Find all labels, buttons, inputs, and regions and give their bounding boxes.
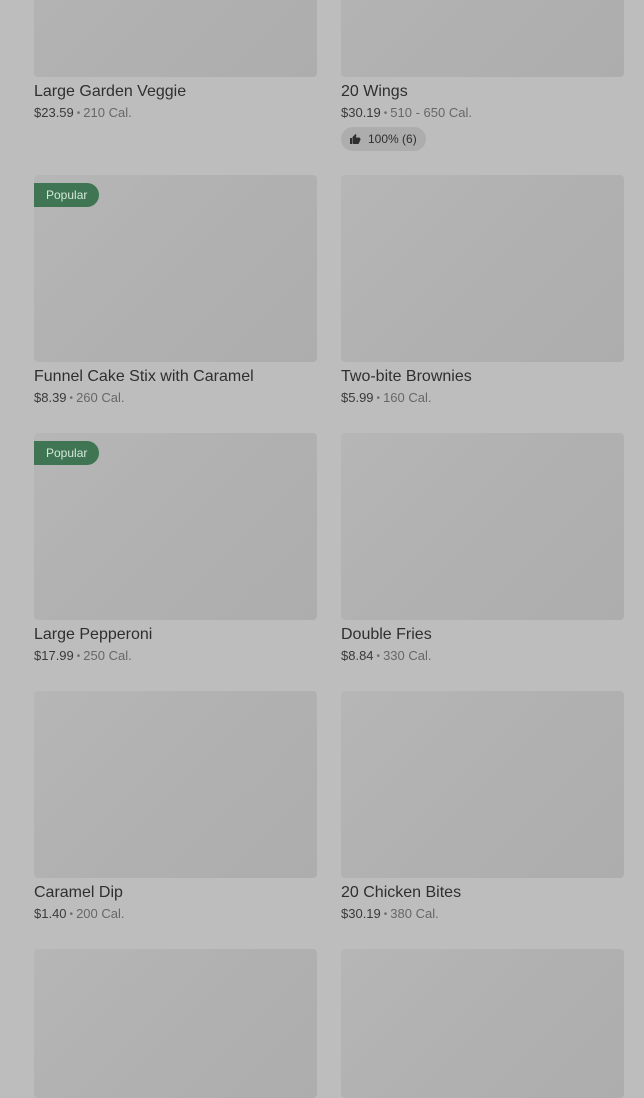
menu-grid: Large Garden Veggie $23.59 • 210 Cal. 20 W… — [0, 0, 644, 1098]
item-price: $30.19 — [341, 906, 381, 921]
rating-badge: 100% (6) — [341, 127, 426, 151]
popular-badge: Popular — [34, 183, 100, 207]
item-meta: $30.19 • 380 Cal. — [341, 906, 624, 923]
item-image[interactable] — [341, 433, 624, 620]
item-image[interactable]: Popular — [34, 175, 317, 362]
item-calories: 250 Cal. — [83, 648, 132, 663]
item-calories: 160 Cal. — [383, 390, 432, 405]
item-price: $8.84 — [341, 648, 374, 663]
item-name: Large Garden Veggie — [34, 83, 187, 100]
item-image[interactable] — [341, 0, 624, 77]
item-price: $1.40 — [34, 906, 67, 921]
item-image[interactable]: Popular — [34, 433, 317, 620]
item-image[interactable] — [341, 949, 624, 1098]
menu-item-card[interactable]: 20 Chicken Bites $30.19 • 380 Cal. — [341, 691, 624, 923]
menu-item-card[interactable]: Double Fries $8.84 • 330 Cal. — [341, 433, 624, 665]
item-calories: 330 Cal. — [383, 648, 432, 663]
item-name: Two-bite Brownies — [341, 368, 472, 385]
separator-dot: • — [376, 651, 381, 662]
item-meta: $8.84 • 330 Cal. — [341, 648, 624, 665]
separator-dot: • — [69, 393, 74, 404]
item-image[interactable] — [34, 949, 317, 1098]
item-meta: $8.39 • 260 Cal. — [34, 390, 317, 407]
item-image[interactable] — [34, 691, 317, 878]
separator-dot: • — [69, 909, 74, 920]
item-name: Double Fries — [341, 626, 432, 643]
item-name: 20 Chicken Bites — [341, 884, 462, 901]
rating-text: 100% (6) — [368, 132, 417, 146]
menu-item-card[interactable]: Popular Large Pepperoni $17.99 • 250 Cal. — [34, 433, 317, 665]
item-calories: 210 Cal. — [83, 105, 132, 120]
menu-item-card[interactable]: 20 Wings $30.19 • 510 - 650 Cal. 100% (6) — [341, 0, 624, 151]
separator-dot: • — [383, 108, 388, 119]
menu-item-card[interactable] — [341, 949, 624, 1098]
thumbs-up-icon — [350, 134, 361, 144]
item-price: $8.39 — [34, 390, 67, 405]
menu-item-card[interactable]: Popular Funnel Cake Stix with Caramel $8… — [34, 175, 317, 407]
item-calories: 510 - 650 Cal. — [390, 105, 472, 120]
item-image[interactable] — [341, 175, 624, 362]
separator-dot: • — [376, 393, 381, 404]
item-price: $5.99 — [341, 390, 374, 405]
menu-item-card[interactable]: Large Garden Veggie $23.59 • 210 Cal. — [34, 0, 317, 122]
item-name: 20 Wings — [341, 83, 408, 100]
item-image[interactable] — [34, 0, 317, 77]
item-meta: $1.40 • 200 Cal. — [34, 906, 317, 923]
popular-badge: Popular — [34, 441, 100, 465]
item-name: Funnel Cake Stix with Caramel — [34, 368, 254, 385]
menu-item-card[interactable]: Caramel Dip $1.40 • 200 Cal. — [34, 691, 317, 923]
item-meta: $5.99 • 160 Cal. — [341, 390, 624, 407]
item-price: $30.19 — [341, 105, 381, 120]
item-name: Caramel Dip — [34, 884, 123, 901]
item-meta: $23.59 • 210 Cal. — [34, 105, 317, 122]
separator-dot: • — [383, 909, 388, 920]
menu-item-card[interactable]: Two-bite Brownies $5.99 • 160 Cal. — [341, 175, 624, 407]
item-price: $17.99 — [34, 648, 74, 663]
separator-dot: • — [76, 651, 81, 662]
item-meta: $30.19 • 510 - 650 Cal. — [341, 105, 624, 122]
item-name: Large Pepperoni — [34, 626, 153, 643]
separator-dot: • — [76, 108, 81, 119]
item-calories: 260 Cal. — [76, 390, 125, 405]
item-meta: $17.99 • 250 Cal. — [34, 648, 317, 665]
item-price: $23.59 — [34, 105, 74, 120]
item-calories: 380 Cal. — [390, 906, 439, 921]
menu-item-card[interactable] — [34, 949, 317, 1098]
item-image[interactable] — [341, 691, 624, 878]
item-calories: 200 Cal. — [76, 906, 125, 921]
